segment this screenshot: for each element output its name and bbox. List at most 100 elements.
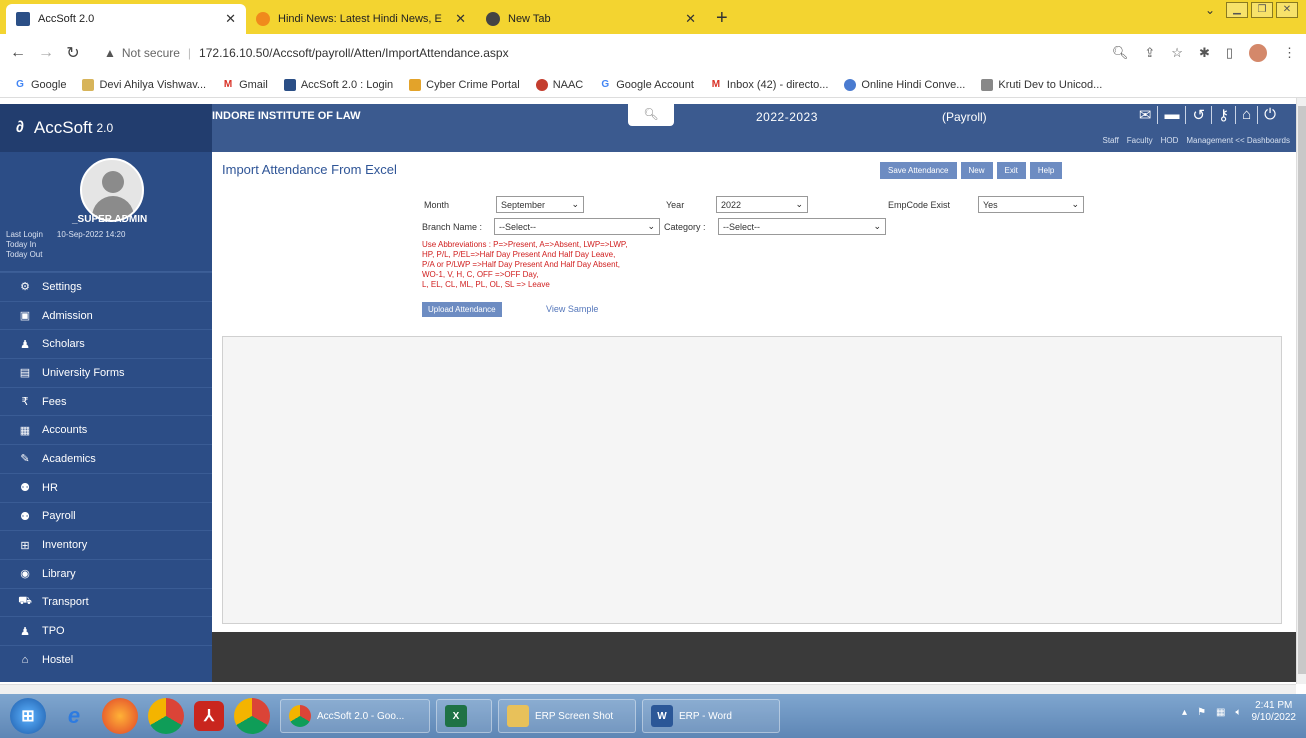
month-select[interactable]: September ⌄ xyxy=(496,196,584,213)
bookmark-naac[interactable]: NAAC xyxy=(535,78,583,91)
sidebar-item-fees[interactable]: ₹ Fees xyxy=(0,386,212,416)
empcode-select[interactable]: Yes ⌄ xyxy=(978,196,1084,213)
last-login-value: 10-Sep-2022 14:20 xyxy=(56,230,126,239)
task-erp-word[interactable]: W ERP - Word xyxy=(642,699,780,733)
category-select[interactable]: --Select-- ⌄ xyxy=(718,218,886,235)
close-icon[interactable]: ✕ xyxy=(455,11,466,27)
bookmark-accsoft[interactable]: AccSoft 2.0 : Login xyxy=(283,78,393,91)
message-icon[interactable]: ✉ xyxy=(1139,106,1159,124)
close-window-button[interactable]: ✕ xyxy=(1276,2,1298,18)
sidebar-item-payroll[interactable]: ⚉ Payroll xyxy=(0,501,212,531)
link-hod[interactable]: HOD xyxy=(1161,136,1179,145)
link-faculty[interactable]: Faculty xyxy=(1127,136,1153,145)
tray-arrow-icon[interactable]: ▴ xyxy=(1182,707,1187,718)
bookmark-hindi-converter[interactable]: Online Hindi Conve... xyxy=(844,78,965,91)
share-icon[interactable]: ⇪ xyxy=(1144,45,1155,61)
acrobat-icon[interactable]: ⅄ xyxy=(194,701,224,731)
sidebar-item-university-forms[interactable]: ▤ University Forms xyxy=(0,358,212,387)
note-line: P/A or P/LWP =>Half Day Present And Half… xyxy=(422,260,621,269)
firefox-icon[interactable] xyxy=(102,698,138,734)
task-accsoft-chrome[interactable]: AccSoft 2.0 - Goo... xyxy=(280,699,430,733)
start-button[interactable]: ⊞ xyxy=(10,698,46,734)
branch-value: --Select-- xyxy=(499,221,537,232)
extensions-icon[interactable]: ✱ xyxy=(1199,45,1210,61)
save-attendance-button[interactable]: Save Attendance xyxy=(880,162,957,179)
link-staff[interactable]: Staff xyxy=(1102,136,1118,145)
ie-icon[interactable]: e xyxy=(56,698,92,734)
network-icon[interactable]: ▦ xyxy=(1216,707,1225,718)
bookmark-cyber-crime[interactable]: Cyber Crime Portal xyxy=(409,78,520,91)
back-icon[interactable]: ← xyxy=(10,44,26,62)
search-icon[interactable]: 🔍︎ xyxy=(628,104,674,126)
chevron-down-icon: ⌄ xyxy=(571,199,579,209)
screen-icon[interactable]: ▬ xyxy=(1164,106,1187,124)
bookmark-gmail[interactable]: M Gmail xyxy=(222,79,268,91)
bookmark-davv[interactable]: Devi Ahilya Vishwav... xyxy=(82,78,206,91)
scholars-icon: ♟ xyxy=(20,338,30,351)
minimize-button[interactable]: ▁ xyxy=(1226,2,1248,18)
chrome-icon[interactable] xyxy=(148,698,184,734)
bookmark-label: Google Account xyxy=(616,78,694,91)
restore-button[interactable]: ❐ xyxy=(1251,2,1273,18)
help-button[interactable]: Help xyxy=(1029,162,1063,179)
horizontal-scrollbar[interactable] xyxy=(0,684,1296,694)
attendance-grid-panel xyxy=(222,336,1282,624)
new-button[interactable]: New xyxy=(960,162,993,179)
url-field[interactable]: ▲ Not secure | 172.16.10.50/Accsoft/payr… xyxy=(94,39,1098,67)
bookmark-inbox[interactable]: M Inbox (42) - directo... xyxy=(710,79,829,91)
flag-icon[interactable]: ⚑ xyxy=(1197,707,1206,718)
power-icon[interactable]: ⏻ xyxy=(1264,106,1282,124)
sidebar-item-hr[interactable]: ⚉ HR xyxy=(0,472,212,502)
clock[interactable]: 2:41 PM 9/10/2022 xyxy=(1252,700,1297,724)
upload-attendance-button[interactable]: Upload Attendance xyxy=(422,302,502,317)
scroll-thumb[interactable] xyxy=(1298,106,1306,674)
sidebar-item-library[interactable]: ◉ Library xyxy=(0,558,212,588)
volume-icon[interactable]: 🔈︎ xyxy=(1236,707,1242,718)
reload-icon[interactable]: ↻ xyxy=(66,43,80,63)
link-management[interactable]: Management << Dashboards xyxy=(1186,136,1290,145)
chevron-down-icon: ⌄ xyxy=(873,221,881,231)
sidebar-item-scholars[interactable]: ♟ Scholars xyxy=(0,329,212,358)
view-sample-link[interactable]: View Sample xyxy=(546,304,598,314)
close-icon[interactable]: ✕ xyxy=(225,11,236,27)
chevron-down-icon[interactable]: ⌄ xyxy=(1205,3,1215,17)
sidebar-item-label: Settings xyxy=(42,280,82,293)
task-excel[interactable]: X xyxy=(436,699,492,733)
tab-new-tab[interactable]: New Tab ✕ xyxy=(476,4,706,34)
close-icon[interactable]: ✕ xyxy=(685,11,696,27)
forward-icon[interactable]: → xyxy=(38,44,54,62)
new-tab-button[interactable]: + xyxy=(706,7,738,34)
news-icon xyxy=(256,12,270,26)
sidebar-item-settings[interactable]: ⚙ Settings xyxy=(0,272,212,301)
sidebar-item-academics[interactable]: ✎ Academics xyxy=(0,444,212,473)
year-select[interactable]: 2022 ⌄ xyxy=(716,196,808,213)
star-icon[interactable]: ☆ xyxy=(1171,45,1183,61)
branch-select[interactable]: --Select-- ⌄ xyxy=(494,218,660,235)
menu-icon[interactable]: ⋮ xyxy=(1283,45,1296,61)
sidebar-item-transport[interactable]: ⛟ Transport xyxy=(0,587,212,617)
profile-avatar[interactable] xyxy=(1249,44,1267,62)
bookmark-google-account[interactable]: G Google Account xyxy=(599,79,694,91)
settings-icon: ⚙ xyxy=(20,281,30,294)
refresh-icon[interactable]: ↺ xyxy=(1192,106,1213,124)
bookmark-google[interactable]: G Google xyxy=(14,79,66,91)
chrome-canary-icon[interactable] xyxy=(234,698,270,734)
home-icon[interactable]: ⌂ xyxy=(1242,106,1259,124)
sidebar-item-tpo[interactable]: ♟ TPO xyxy=(0,616,212,645)
tab-hindi-news[interactable]: Hindi News: Latest Hindi News, E ✕ xyxy=(246,4,476,34)
sidebar-item-inventory[interactable]: ⊞ Inventory xyxy=(0,530,212,559)
sidebar-item-admission[interactable]: ▣ Admission xyxy=(0,300,212,330)
key-icon[interactable]: ⚷ xyxy=(1218,106,1237,124)
sidebar-item-hostel[interactable]: ⌂ Hostel xyxy=(0,644,212,674)
vertical-scrollbar[interactable] xyxy=(1296,98,1306,684)
task-erp-screen-shot[interactable]: ERP Screen Shot xyxy=(498,699,636,733)
app-logo[interactable]: ∂ AccSoft 2.0 xyxy=(0,104,212,152)
bookmark-kruti-dev[interactable]: Kruti Dev to Unicod... xyxy=(981,78,1102,91)
zoom-icon[interactable]: 🔍︎ xyxy=(1112,45,1129,61)
sidebar-item-label: Payroll xyxy=(42,510,76,523)
tab-accsoft[interactable]: AccSoft 2.0 ✕ xyxy=(6,4,246,34)
sidepanel-icon[interactable]: ▯ xyxy=(1226,45,1233,61)
sidebar-item-accounts[interactable]: ▦ Accounts xyxy=(0,415,212,444)
google-icon: G xyxy=(601,78,610,90)
exit-button[interactable]: Exit xyxy=(996,162,1026,179)
